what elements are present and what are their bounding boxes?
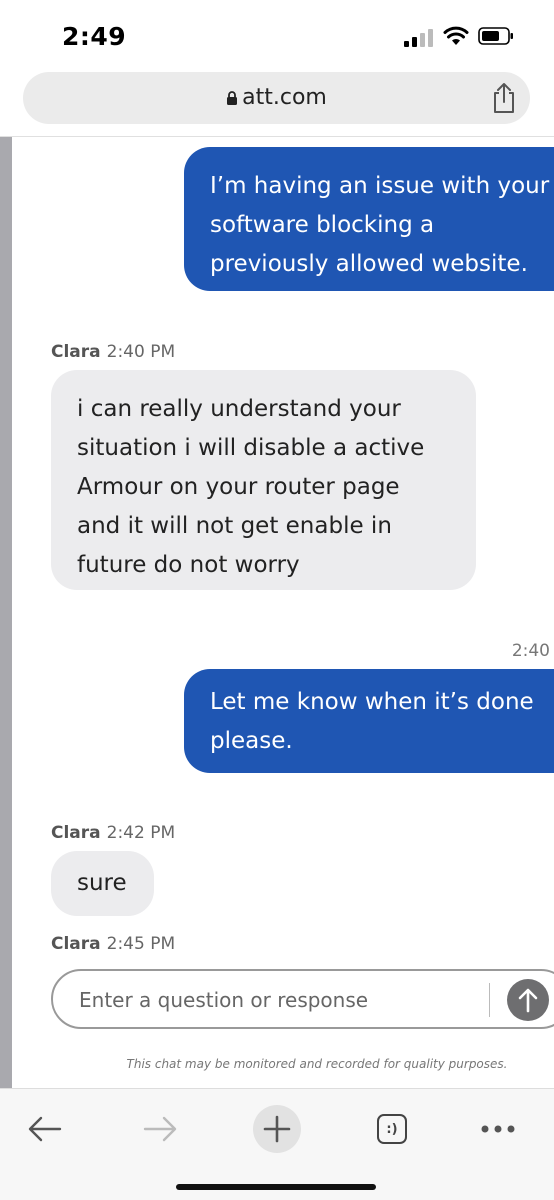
sender-name: Clara — [51, 823, 101, 843]
share-icon[interactable] — [490, 82, 518, 114]
message-text: I’m having an issue with your software b… — [210, 173, 550, 277]
agent-message: i can really understand your situation i… — [51, 370, 476, 590]
chat-input[interactable] — [77, 971, 481, 1029]
arrow-up-icon — [518, 988, 538, 1013]
chat-transcript[interactable]: I’m having an issue with your software b… — [12, 137, 554, 967]
sender-name: Clara — [51, 342, 101, 362]
more-button[interactable] — [470, 1101, 526, 1157]
arrow-left-icon — [28, 1116, 62, 1142]
forward-button[interactable] — [132, 1101, 188, 1157]
new-tab-button[interactable] — [249, 1101, 305, 1157]
message-meta: Clara 2:40 PM — [51, 342, 175, 362]
url-text: att.com — [242, 85, 327, 110]
wifi-icon — [443, 26, 469, 45]
message-time: 2:45 PM — [106, 934, 176, 954]
chat-input-box — [51, 969, 554, 1029]
message-meta: Clara 2:45 PM — [51, 934, 175, 954]
message-text: i can really understand your situation i… — [77, 396, 425, 578]
message-meta: Clara 2:42 PM — [51, 823, 175, 843]
address-bar[interactable]: att.com — [23, 72, 530, 124]
chat-disclaimer: This chat may be monitored and recorded … — [126, 1057, 508, 1071]
input-divider — [489, 983, 490, 1017]
arrow-right-icon — [143, 1116, 177, 1142]
agent-message: sure — [51, 851, 154, 916]
cellular-signal-icon — [404, 29, 433, 47]
tabs-button[interactable]: :) — [364, 1101, 420, 1157]
status-bar: 2:49 — [0, 0, 554, 70]
tabs-icon: :) — [377, 1114, 407, 1144]
status-time: 2:49 — [62, 22, 127, 51]
message-time: 2:40 PM — [106, 342, 176, 362]
url-display[interactable]: att.com — [23, 85, 530, 110]
battery-icon — [478, 27, 513, 45]
back-button[interactable] — [17, 1101, 73, 1157]
scroll-rail — [0, 137, 12, 1089]
user-message: Let me know when it’s done please. — [184, 669, 554, 773]
send-button[interactable] — [507, 979, 549, 1021]
message-text: sure — [77, 870, 127, 896]
tabs-label: :) — [386, 1121, 398, 1137]
message-time: 2:40 — [511, 641, 550, 661]
plus-icon — [253, 1105, 301, 1153]
user-message: I’m having an issue with your software b… — [184, 147, 554, 291]
message-text: Let me know when it’s done please. — [210, 689, 534, 754]
message-time: 2:42 PM — [106, 823, 176, 843]
sender-name: Clara — [51, 934, 101, 954]
lock-icon — [227, 91, 238, 105]
more-dots-icon — [481, 1125, 515, 1133]
home-indicator — [176, 1184, 376, 1190]
